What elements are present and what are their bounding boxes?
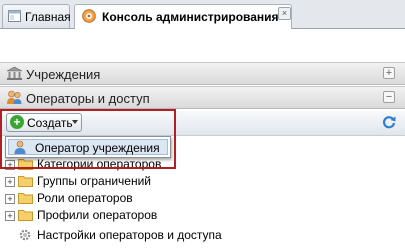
accordion-institutions-label: Учреждения bbox=[26, 67, 101, 82]
tree-item-restriction-groups[interactable]: + Группы ограничений bbox=[0, 173, 405, 190]
folder-icon bbox=[18, 176, 33, 187]
accordion-operators-access-label: Операторы и доступ bbox=[26, 91, 150, 106]
refresh-icon[interactable] bbox=[382, 115, 396, 129]
tree-item-operator-roles[interactable]: + Роли операторов bbox=[0, 190, 405, 207]
tab-home-label: Главная bbox=[25, 10, 71, 24]
tree-item-label: Профили операторов bbox=[37, 208, 158, 222]
expand-icon[interactable]: + bbox=[383, 67, 395, 79]
home-icon bbox=[8, 10, 21, 22]
tree-item-operator-profiles[interactable]: + Профили операторов bbox=[0, 207, 405, 224]
close-icon[interactable]: × bbox=[278, 7, 291, 20]
expand-node-icon[interactable]: + bbox=[5, 211, 15, 221]
tab-home[interactable]: Главная bbox=[2, 4, 71, 28]
gear-icon bbox=[19, 229, 31, 241]
tree-item-label: Настройки операторов и доступа bbox=[37, 228, 222, 242]
tree-item-operator-settings[interactable]: Настройки операторов и доступа bbox=[0, 227, 405, 244]
institution-icon bbox=[6, 66, 23, 80]
folder-icon bbox=[18, 193, 33, 204]
accordion-operators-access[interactable]: Операторы и доступ − bbox=[0, 86, 405, 109]
tab-admin-console[interactable]: Консоль администрирования × bbox=[74, 4, 292, 29]
folder-icon bbox=[18, 210, 33, 221]
expand-node-icon[interactable]: + bbox=[5, 194, 15, 204]
tree-item-label: Роли операторов bbox=[37, 191, 133, 205]
tab-admin-console-label: Консоль администрирования bbox=[102, 10, 279, 24]
tree-item-label: Группы ограничений bbox=[37, 174, 152, 188]
accordion-institutions[interactable]: Учреждения + bbox=[0, 62, 405, 85]
users-icon bbox=[7, 90, 22, 104]
highlight-box bbox=[0, 109, 176, 169]
tab-bar: Главная Консоль администрирования × bbox=[0, 0, 405, 29]
console-icon bbox=[82, 9, 96, 23]
collapse-icon[interactable]: − bbox=[383, 91, 395, 103]
expand-node-icon[interactable]: + bbox=[5, 177, 15, 187]
